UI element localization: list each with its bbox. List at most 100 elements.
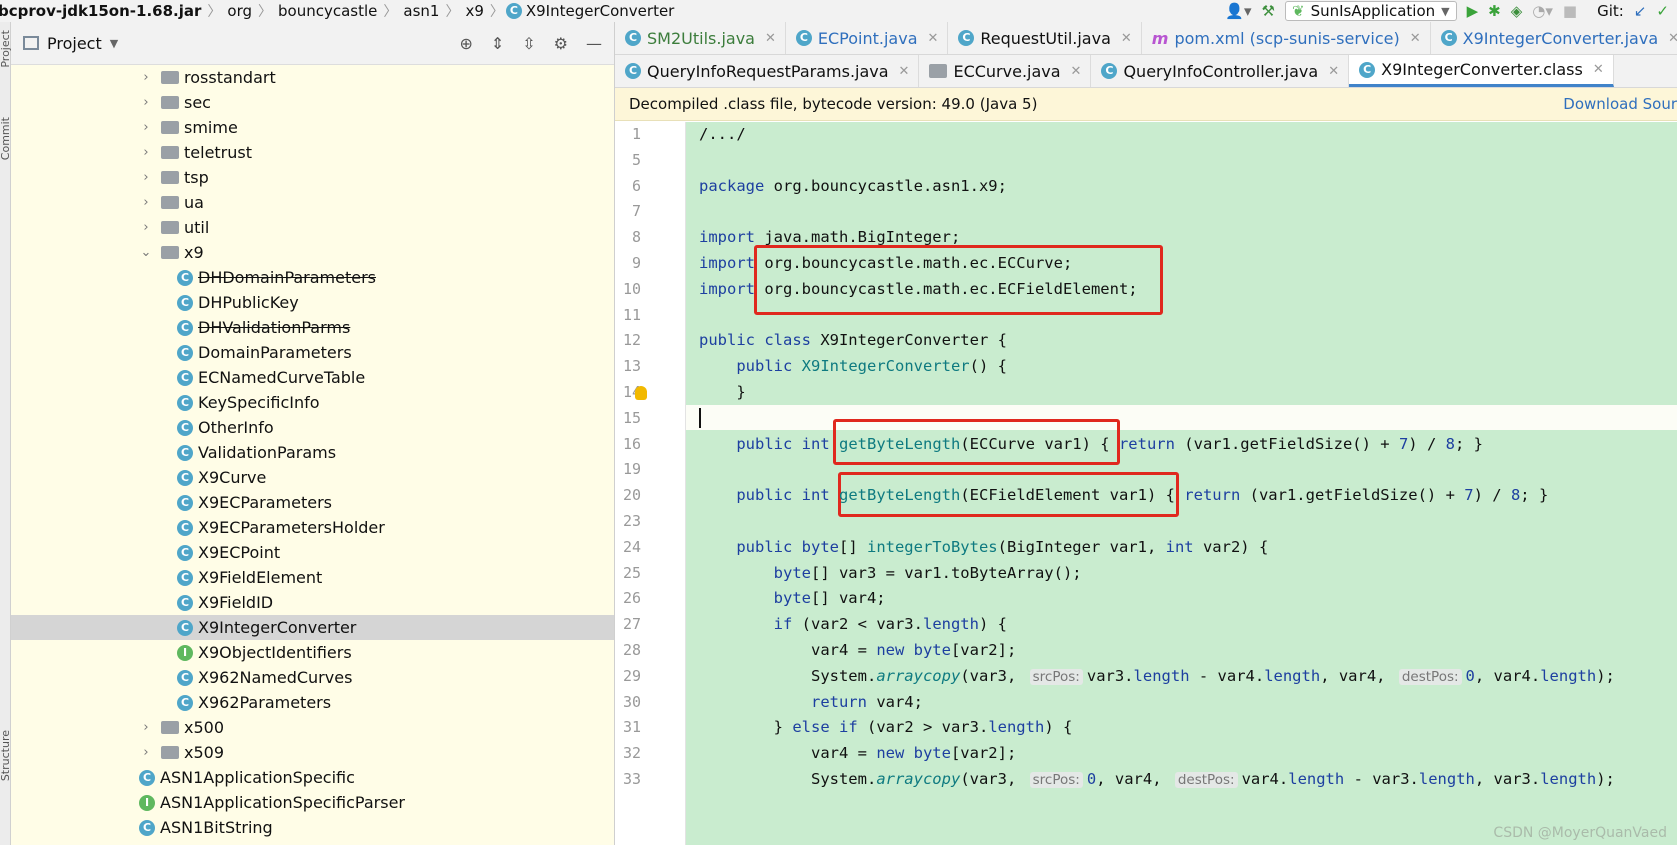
tree-item[interactable]: C ASN1ApplicationSpecific (11, 765, 614, 790)
tree-item[interactable]: I X9ObjectIdentifiers (11, 640, 614, 665)
tree-item[interactable]: C OtherInfo (11, 415, 614, 440)
code-line[interactable]: return var4; (699, 693, 923, 711)
chevron-right-icon[interactable]: › (139, 195, 153, 210)
close-icon[interactable]: ✕ (1593, 62, 1604, 77)
code-line[interactable]: if (var2 < var3.length) { (699, 615, 1007, 633)
tree-item[interactable]: C X9FieldID (11, 590, 614, 615)
git-update-icon[interactable]: ↙ (1634, 2, 1647, 20)
code-line[interactable]: /.../ (699, 125, 746, 143)
chevron-right-icon[interactable]: › (139, 70, 153, 85)
breadcrumb-x9[interactable]: x9 (461, 2, 487, 20)
breadcrumb-jar[interactable]: bcprov-jdk15on-1.68.jar (0, 2, 205, 20)
editor-tab[interactable]: C QueryInfoController.java ✕ (1091, 55, 1350, 87)
chevron-right-icon[interactable]: › (139, 220, 153, 235)
collapse-all-icon[interactable]: ⇳ (522, 34, 535, 53)
tree-item[interactable]: C DomainParameters (11, 340, 614, 365)
code-line[interactable]: var4 = new byte[var2]; (699, 641, 1016, 659)
editor-tab[interactable]: C QueryInfoRequestParams.java ✕ (615, 55, 920, 87)
breadcrumb-asn1[interactable]: asn1 (399, 2, 443, 20)
code-line[interactable]: import java.math.BigInteger; (699, 228, 960, 246)
breadcrumb-org[interactable]: org (223, 2, 256, 20)
editor-tab[interactable]: C ECPoint.java ✕ (786, 22, 949, 54)
run-configuration-select[interactable]: ❦ SunIsApplication ▼ (1284, 1, 1457, 21)
code-line[interactable]: import org.bouncycastle.math.ec.ECCurve; (699, 254, 1072, 272)
run-icon[interactable]: ▶ (1467, 2, 1479, 20)
tree-item[interactable]: › x500 (11, 715, 614, 740)
stop-icon[interactable]: ■ (1563, 2, 1577, 20)
editor-tab[interactable]: C X9IntegerConverter.java ✕ (1431, 22, 1677, 54)
code-line[interactable]: System.arraycopy(var3, srcPos: 0, var4, d… (699, 770, 1615, 788)
tree-item[interactable]: › teletrust (11, 140, 614, 165)
profile-icon[interactable]: ◔▾ (1532, 2, 1553, 20)
editor-tab[interactable]: C SM2Utils.java ✕ (615, 22, 786, 54)
close-icon[interactable]: ✕ (1071, 64, 1082, 79)
tree-item[interactable]: C ASN1BitString (11, 815, 614, 840)
user-icon[interactable]: 👤▾ (1225, 2, 1251, 20)
gear-icon[interactable]: ⚙ (554, 34, 568, 53)
code-line[interactable]: } else if (var2 > var3.length) { (699, 718, 1073, 736)
project-panel-title[interactable]: Project (47, 34, 102, 53)
chevron-right-icon[interactable]: › (139, 145, 153, 160)
chevron-right-icon[interactable]: › (139, 95, 153, 110)
tree-item[interactable]: › tsp (11, 165, 614, 190)
code-line[interactable]: public byte[] integerToBytes(BigInteger … (699, 538, 1268, 556)
chevron-right-icon[interactable]: › (139, 745, 153, 760)
chevron-down-icon[interactable]: ⌄ (139, 245, 153, 260)
tree-item[interactable]: C X962NamedCurves (11, 665, 614, 690)
close-icon[interactable]: ✕ (1668, 31, 1677, 46)
code-line[interactable]: public int getByteLength(ECFieldElement … (699, 486, 1548, 504)
tree-item[interactable]: › sec (11, 90, 614, 115)
tree-item[interactable]: C X9Curve (11, 465, 614, 490)
chevron-down-icon[interactable]: ▼ (110, 37, 118, 50)
close-icon[interactable]: ✕ (899, 64, 910, 79)
breadcrumb-bouncycastle[interactable]: bouncycastle (274, 2, 381, 20)
editor-tab[interactable]: ECCurve.java ✕ (919, 55, 1092, 87)
editor-tab[interactable]: m pom.xml (scp-sunis-service) ✕ (1142, 22, 1431, 54)
lightbulb-icon[interactable] (635, 386, 647, 400)
tree-item[interactable]: C ECNamedCurveTable (11, 365, 614, 390)
close-icon[interactable]: ✕ (1410, 31, 1421, 46)
code-line[interactable]: var4 = new byte[var2]; (699, 744, 1016, 762)
tree-item[interactable]: › x509 (11, 740, 614, 765)
code-line[interactable]: public int getByteLength(ECCurve var1) {… (699, 435, 1483, 453)
coverage-icon[interactable]: ◈ (1511, 2, 1523, 20)
minimize-icon[interactable]: — (586, 34, 602, 53)
editor-tab[interactable]: C X9IntegerConverter.class ✕ (1349, 55, 1614, 87)
code-line[interactable]: public class X9IntegerConverter { (699, 331, 1007, 349)
tree-item[interactable]: C X962Parameters (11, 690, 614, 715)
tree-item[interactable]: › smime (11, 115, 614, 140)
tree-item[interactable]: C DHPublicKey (11, 290, 614, 315)
close-icon[interactable]: ✕ (1121, 31, 1132, 46)
code-line[interactable]: package org.bouncycastle.asn1.x9; (699, 177, 1007, 195)
tree-item[interactable]: C X9ECPoint (11, 540, 614, 565)
chevron-right-icon[interactable]: › (139, 720, 153, 735)
code-line[interactable]: System.arraycopy(var3, srcPos: var3.lengt… (699, 667, 1615, 685)
tree-item[interactable]: C X9IntegerConverter (11, 615, 614, 640)
code-line[interactable]: byte[] var3 = var1.toByteArray(); (699, 564, 1082, 582)
tree-item[interactable]: C KeySpecificInfo (11, 390, 614, 415)
close-icon[interactable]: ✕ (928, 31, 939, 46)
locate-icon[interactable]: ⊕ (459, 34, 472, 53)
code-editor[interactable]: 1 5 6 7 8 9 10 11 12 13 14 15 16 19 20 23 24 25 26 27 28 29 30… (615, 122, 1677, 845)
tree-item[interactable]: › ua (11, 190, 614, 215)
tree-item[interactable]: C X9ECParametersHolder (11, 515, 614, 540)
tree-item[interactable]: C X9FieldElement (11, 565, 614, 590)
tree-item[interactable]: ⌄ x9 (11, 240, 614, 265)
chevron-right-icon[interactable]: › (139, 170, 153, 185)
tree-item[interactable]: I ASN1ApplicationSpecificParser (11, 790, 614, 815)
editor-tab[interactable]: C RequestUtil.java ✕ (948, 22, 1142, 54)
tree-item[interactable]: › rosstandart (11, 65, 614, 90)
close-icon[interactable]: ✕ (1328, 64, 1339, 79)
tree-item[interactable]: C DHDomainParameters (11, 265, 614, 290)
code-line[interactable]: } (699, 383, 745, 401)
tree-item[interactable]: CASN1Bool... (11, 840, 614, 845)
close-icon[interactable]: ✕ (765, 31, 776, 46)
code-line[interactable]: byte[] var4; (699, 589, 886, 607)
expand-all-icon[interactable]: ⇕ (491, 34, 504, 53)
code-line[interactable]: import org.bouncycastle.math.ec.ECFieldE… (699, 280, 1138, 298)
tree-item[interactable]: C ValidationParams (11, 440, 614, 465)
breadcrumb-class[interactable]: X9IntegerConverter (522, 2, 678, 20)
tree-item[interactable]: C DHValidationParms (11, 315, 614, 340)
download-sources-link[interactable]: Download Sour (1563, 95, 1677, 113)
tree-item[interactable]: › util (11, 215, 614, 240)
